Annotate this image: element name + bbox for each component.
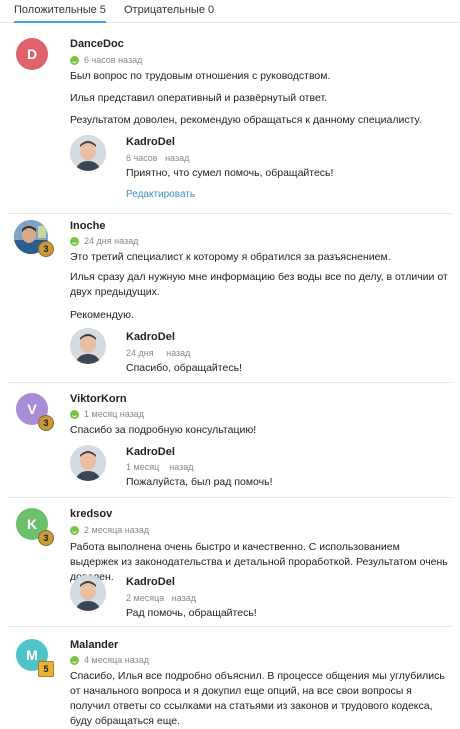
- badge-value: 3: [43, 244, 49, 254]
- review-paragraph: Спасибо за подробную консультацию!: [70, 424, 257, 436]
- user-level-badge: 3: [38, 415, 54, 431]
- review-username[interactable]: Inoche: [70, 220, 105, 232]
- reply-time: 6 часов назад: [126, 153, 190, 163]
- review-username[interactable]: Malander: [70, 639, 118, 651]
- review-tabs: Положительные 5 Отрицательные 0: [0, 0, 460, 23]
- badge-value: 3: [43, 418, 49, 428]
- review-username[interactable]: ViktorKorn: [70, 393, 127, 405]
- avatar[interactable]: D: [16, 38, 48, 70]
- review-paragraph: Спасибо, Илья все подробно объяснил. В п…: [70, 670, 445, 727]
- review-meta: 24 дня назад: [70, 236, 138, 246]
- user-level-badge: 5: [38, 661, 54, 677]
- badge-value: 3: [43, 533, 49, 543]
- reply-text: Приятно, что сумел помочь, обращайтесь!: [126, 167, 334, 179]
- reply-time: 1 месяц назад: [126, 462, 194, 472]
- specialist-avatar[interactable]: [70, 135, 106, 171]
- tab-positive[interactable]: Положительные 5: [14, 4, 106, 23]
- review-paragraph: Илья сразу дал нужную мне информацию без…: [70, 271, 448, 298]
- reply-time: 24 дня назад: [126, 348, 191, 358]
- review-time: 2 месяца назад: [84, 525, 149, 535]
- positive-smile-icon: [70, 55, 79, 65]
- positive-smile-icon: [70, 409, 79, 419]
- review-time: 4 месяца назад: [84, 655, 149, 665]
- review-time: 6 часов назад: [84, 55, 143, 65]
- review-time: 1 месяц назад: [84, 409, 144, 419]
- avatar-initial: M: [26, 647, 38, 663]
- tab-negative[interactable]: Отрицательные 0: [124, 4, 214, 16]
- tab-negative-label: Отрицательные: [124, 4, 205, 16]
- review-username[interactable]: kredsov: [70, 508, 112, 520]
- review-meta: 4 месяца назад: [70, 655, 149, 665]
- positive-smile-icon: [70, 655, 79, 665]
- user-level-badge: 3: [38, 241, 54, 257]
- positive-smile-icon: [70, 525, 79, 535]
- review-time: 24 дня назад: [84, 236, 139, 246]
- specialist-avatar[interactable]: [70, 575, 106, 611]
- tab-positive-count: 5: [99, 4, 106, 16]
- reply-text: Пожалуйста, был рад помочь!: [126, 476, 273, 488]
- reply-time: 2 месяца назад: [126, 593, 196, 603]
- review-meta: 6 часов назад: [70, 55, 142, 65]
- reply-author[interactable]: KadroDel: [126, 446, 175, 458]
- review-item: D DanceDoc 6 часов назад Был вопрос по т…: [0, 24, 460, 214]
- review-item: V 3 ViktorKorn 1 месяц назад Спасибо за …: [0, 383, 460, 498]
- specialist-photo-icon: [70, 135, 106, 171]
- review-paragraph: Рекомендую.: [70, 309, 134, 321]
- specialist-avatar[interactable]: [70, 445, 106, 481]
- avatar-initial: K: [26, 516, 38, 532]
- review-meta: 2 месяца назад: [70, 525, 149, 535]
- avatar-initial: D: [26, 46, 38, 62]
- specialist-photo-icon: [70, 575, 106, 611]
- avatar-initial: V: [27, 401, 37, 417]
- review-paragraph: Это третий специалист к которому я обрат…: [70, 251, 391, 263]
- specialist-photo-icon: [70, 328, 106, 364]
- review-paragraph: Был вопрос по трудовым отношения с руков…: [70, 70, 331, 82]
- review-meta: 1 месяц назад: [70, 409, 144, 419]
- edit-reply-link[interactable]: Редактировать: [126, 189, 195, 200]
- tab-positive-label: Положительные: [14, 4, 97, 16]
- reply-author[interactable]: KadroDel: [126, 576, 175, 588]
- reply-text: Спасибо, обращайтесь!: [126, 362, 242, 374]
- review-paragraph: Результатом доволен, рекомендую обращать…: [70, 114, 422, 126]
- review-item: M 5 Malander 4 месяца назад Спасибо, Иль…: [0, 627, 460, 729]
- user-level-badge: 3: [38, 530, 54, 546]
- specialist-photo-icon: [70, 445, 106, 481]
- badge-value: 5: [43, 664, 49, 674]
- tab-negative-count: 0: [207, 4, 215, 16]
- specialist-avatar[interactable]: [70, 328, 106, 364]
- positive-smile-icon: [70, 236, 79, 246]
- review-item: K 3 kredsov 2 месяца назад Работа выполн…: [0, 498, 460, 627]
- review-username[interactable]: DanceDoc: [70, 38, 124, 50]
- review-paragraph: Илья представил оперативный и развёрнуты…: [70, 92, 328, 104]
- reply-text: Рад помочь, обращайтесь!: [126, 607, 257, 619]
- reply-author[interactable]: KadroDel: [126, 136, 175, 148]
- reply-author[interactable]: KadroDel: [126, 331, 175, 343]
- review-item: 3 Inoche 24 дня назад Это третий специал…: [0, 214, 460, 383]
